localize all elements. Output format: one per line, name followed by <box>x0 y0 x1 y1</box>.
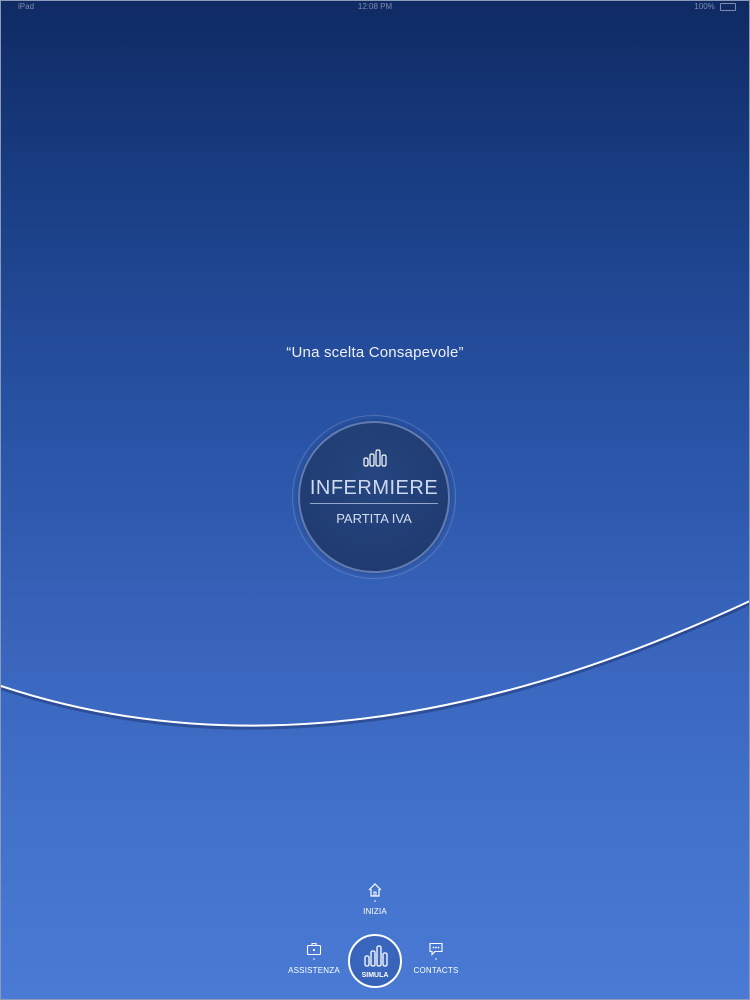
nav-contacts[interactable]: CONTACTS <box>404 942 468 975</box>
nav-simula-label: SIMULA <box>361 972 389 979</box>
nav-assistenza[interactable]: ASSISTENZA <box>282 942 346 975</box>
nav-indicator-dot <box>374 900 376 902</box>
nav-inizia-label: INIZIA <box>363 907 387 916</box>
decorative-arc <box>0 599 750 730</box>
nav-indicator-dot <box>313 958 315 960</box>
briefcase-icon <box>306 942 322 956</box>
home-icon <box>368 883 382 897</box>
nav-simula-button[interactable]: SIMULA <box>348 934 402 988</box>
chat-bubble-icon <box>429 942 443 956</box>
nav-inizia[interactable]: INIZIA <box>345 882 405 916</box>
nav-contacts-label: CONTACTS <box>413 966 459 975</box>
nav-indicator-dot <box>435 958 437 960</box>
bar-chart-icon <box>364 945 388 967</box>
nav-assistenza-label: ASSISTENZA <box>288 966 340 975</box>
